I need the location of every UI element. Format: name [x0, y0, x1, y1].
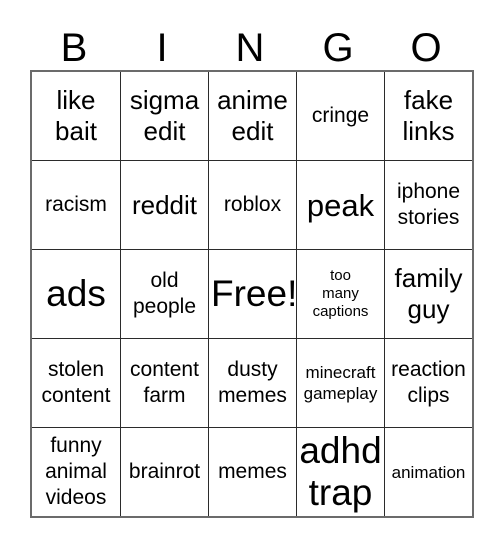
header-letter-i: I — [156, 26, 168, 70]
bingo-cell-label: fake links — [402, 85, 455, 146]
bingo-cell-label: dusty memes — [218, 358, 287, 407]
bingo-cell-b2[interactable]: racism — [32, 161, 120, 249]
bingo-row: like bait sigma edit anime edit cringe f… — [32, 72, 472, 160]
bingo-cell-label: stolen content — [41, 358, 111, 407]
bingo-cell-label: memes — [218, 460, 287, 483]
bingo-cell-b3[interactable]: ads — [32, 250, 120, 338]
bingo-cell-label: cringe — [311, 104, 370, 127]
bingo-cell-label: funny animal videos — [45, 434, 107, 509]
bingo-cell-free-space[interactable]: Free! — [208, 250, 296, 338]
bingo-cell-i3[interactable]: old people — [120, 250, 208, 338]
bingo-cell-label: family guy — [394, 263, 463, 324]
bingo-cell-label: like bait — [55, 85, 97, 146]
bingo-cell-label: too many captions — [312, 267, 369, 320]
bingo-cell-n5[interactable]: memes — [208, 428, 296, 516]
bingo-cell-o4[interactable]: reaction clips — [384, 339, 472, 427]
bingo-cell-n1[interactable]: anime edit — [208, 72, 296, 160]
bingo-cell-o3[interactable]: family guy — [384, 250, 472, 338]
bingo-cell-g2[interactable]: peak — [296, 161, 384, 249]
header-letter-b: B — [60, 26, 88, 70]
bingo-cell-label: peak — [306, 187, 375, 223]
bingo-cell-i4[interactable]: content farm — [120, 339, 208, 427]
bingo-cell-label: reddit — [131, 189, 198, 220]
bingo-cell-o5[interactable]: animation — [384, 428, 472, 516]
bingo-cell-n4[interactable]: dusty memes — [208, 339, 296, 427]
bingo-cell-label: anime edit — [217, 85, 288, 146]
bingo-cell-label: adhd trap — [299, 430, 382, 513]
header-letter-o: O — [410, 26, 442, 70]
bingo-cell-label: Free! — [211, 273, 296, 314]
bingo-cell-label: animation — [391, 462, 466, 482]
bingo-cell-label: brainrot — [128, 460, 201, 483]
bingo-cell-label: content farm — [130, 358, 199, 407]
bingo-row: stolen content content farm dusty memes … — [32, 338, 472, 427]
bingo-row: ads old people Free! too many captions f… — [32, 249, 472, 338]
bingo-grid: like bait sigma edit anime edit cringe f… — [30, 70, 474, 518]
bingo-cell-i5[interactable]: brainrot — [120, 428, 208, 516]
header-letter-g: G — [322, 26, 354, 70]
bingo-cell-g3[interactable]: too many captions — [296, 250, 384, 338]
bingo-cell-i2[interactable]: reddit — [120, 161, 208, 249]
bingo-cell-g5[interactable]: adhd trap — [296, 428, 384, 516]
bingo-cell-label: racism — [45, 193, 107, 216]
bingo-cell-n2[interactable]: roblox — [208, 161, 296, 249]
bingo-header-row: B I N G O — [30, 14, 470, 70]
bingo-cell-b5[interactable]: funny animal videos — [32, 428, 120, 516]
header-letter-n: N — [235, 26, 265, 70]
bingo-cell-label: ads — [46, 273, 106, 314]
bingo-cell-label: old people — [132, 269, 197, 318]
bingo-row: funny animal videos brainrot memes adhd … — [32, 427, 472, 516]
bingo-cell-b1[interactable]: like bait — [32, 72, 120, 160]
bingo-cell-g4[interactable]: minecraft gameplay — [296, 339, 384, 427]
bingo-cell-i1[interactable]: sigma edit — [120, 72, 208, 160]
bingo-cell-label: sigma edit — [129, 85, 200, 146]
bingo-cell-g1[interactable]: cringe — [296, 72, 384, 160]
bingo-cell-label: iphone stories — [396, 180, 461, 229]
bingo-row: racism reddit roblox peak iphone stories — [32, 160, 472, 249]
bingo-cell-o1[interactable]: fake links — [384, 72, 472, 160]
bingo-cell-b4[interactable]: stolen content — [32, 339, 120, 427]
bingo-cell-o2[interactable]: iphone stories — [384, 161, 472, 249]
bingo-cell-label: minecraft gameplay — [303, 363, 378, 403]
bingo-cell-label: reaction clips — [391, 358, 466, 407]
bingo-cell-label: roblox — [223, 193, 282, 216]
bingo-card: B I N G O like bait sigma edit anime edi… — [30, 14, 474, 518]
